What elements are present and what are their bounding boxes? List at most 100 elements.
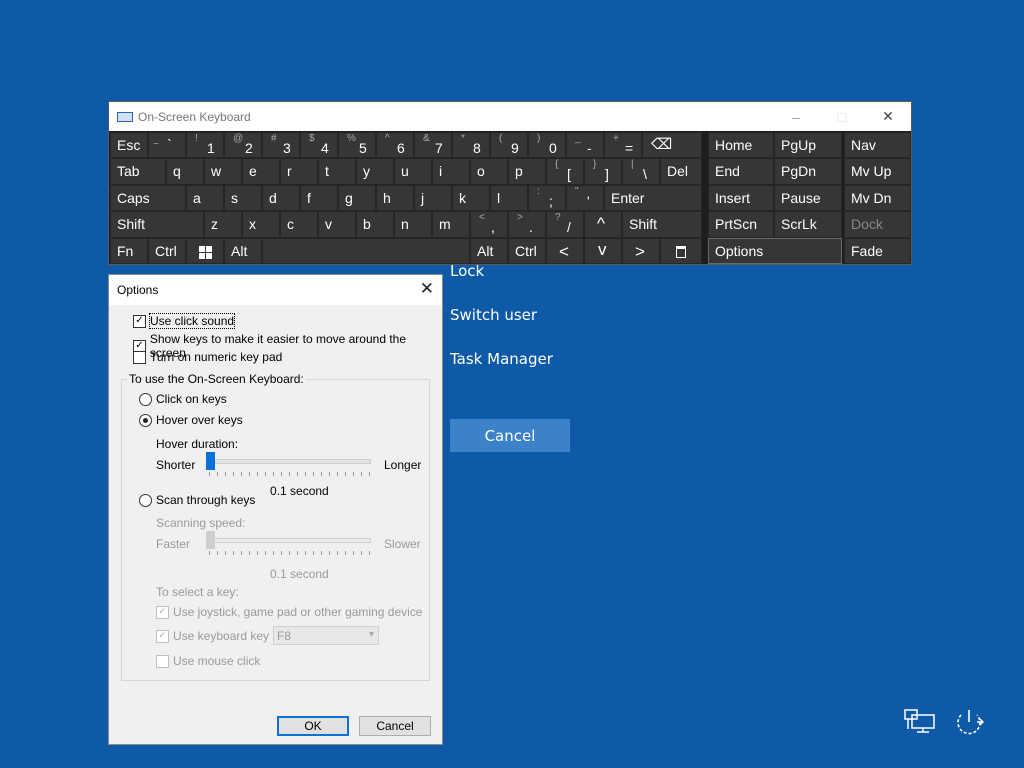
key-period[interactable]: >. <box>508 211 546 238</box>
cancel-button[interactable]: Cancel <box>450 419 570 452</box>
maximize-button[interactable]: □ <box>819 102 865 131</box>
key-3[interactable]: #3 <box>262 132 300 158</box>
key-bracket-open[interactable]: {[ <box>546 158 584 185</box>
key-m[interactable]: m <box>432 211 470 238</box>
network-icon[interactable] <box>904 709 936 735</box>
key-bracket-close[interactable]: }] <box>584 158 622 185</box>
key-a[interactable]: a <box>186 185 224 211</box>
key-dock[interactable]: Dock <box>844 211 911 238</box>
key-mv-dn[interactable]: Mv Dn <box>844 185 911 211</box>
scan-through-keys-radio[interactable] <box>139 493 152 507</box>
close-icon[interactable]: ✕ <box>420 279 434 299</box>
switch-user-link[interactable]: Switch user <box>450 306 537 324</box>
close-button[interactable]: ✕ <box>865 102 911 131</box>
key-2[interactable]: @2 <box>224 132 262 158</box>
hover-duration-slider-thumb[interactable] <box>206 452 215 470</box>
numeric-keypad-row[interactable]: Turn on numeric key pad <box>133 350 282 364</box>
key-ctrl-left[interactable]: Ctrl <box>148 238 186 264</box>
key-o[interactable]: o <box>470 158 508 185</box>
key-x[interactable]: x <box>242 211 280 238</box>
key-space[interactable] <box>262 238 470 264</box>
key-slash[interactable]: ? / <box>546 211 584 238</box>
key-equals[interactable]: + = <box>604 132 642 158</box>
key-6[interactable]: ^ 6 <box>376 132 414 158</box>
hover-over-keys-row[interactable]: Hover over keys <box>139 413 243 427</box>
key-8[interactable]: * 8 <box>452 132 490 158</box>
key-shift-right[interactable]: Shift <box>622 211 702 238</box>
use-mouse-click-row[interactable]: Use mouse click <box>156 654 260 668</box>
key-insert[interactable]: Insert <box>708 185 774 211</box>
key-4[interactable]: $4 <box>300 132 338 158</box>
hover-duration-track[interactable] <box>209 459 371 464</box>
use-click-sound-checkbox[interactable]: ✓ <box>133 314 146 328</box>
numeric-keypad-checkbox[interactable] <box>133 350 146 364</box>
key-alt-left[interactable]: Alt <box>224 238 262 264</box>
power-icon[interactable] <box>952 707 986 737</box>
minimize-button[interactable]: – <box>773 102 819 131</box>
key-home[interactable]: Home <box>708 132 774 158</box>
use-joystick-row[interactable]: ✓ Use joystick, game pad or other gaming… <box>156 605 422 619</box>
key-7[interactable]: & 7 <box>414 132 452 158</box>
key-fn[interactable]: Fn <box>110 238 148 264</box>
key-w[interactable]: w <box>204 158 242 185</box>
key-i[interactable]: i <box>432 158 470 185</box>
key-backspace[interactable]: ⌫ <box>642 132 702 158</box>
key-caps[interactable]: Caps <box>110 185 186 211</box>
key-windows[interactable] <box>186 238 224 264</box>
key-y[interactable]: y <box>356 158 394 185</box>
key-mv-up[interactable]: Mv Up <box>844 158 911 185</box>
key-pgdn[interactable]: PgDn <box>774 158 842 185</box>
key-h[interactable]: h <box>376 185 414 211</box>
key-1[interactable]: ! 1 <box>186 132 224 158</box>
keyboard-key-select[interactable]: F8 ▾ <box>273 626 379 645</box>
key-b[interactable]: b <box>356 211 394 238</box>
key-end[interactable]: End <box>708 158 774 185</box>
options-button[interactable]: Options <box>708 238 842 264</box>
key-del[interactable]: Del <box>660 158 702 185</box>
key-v[interactable]: v <box>318 211 356 238</box>
key-0[interactable]: ) 0 <box>528 132 566 158</box>
key-n[interactable]: n <box>394 211 432 238</box>
key-ctrl-right[interactable]: Ctrl <box>508 238 546 264</box>
key-arrow-up[interactable]: ^ <box>584 211 622 238</box>
key-backslash[interactable]: | \ <box>622 158 660 185</box>
key-5[interactable]: % 5 <box>338 132 376 158</box>
scan-through-keys-row[interactable]: Scan through keys <box>139 493 255 507</box>
key-z[interactable]: z <box>204 211 242 238</box>
key-k[interactable]: k <box>452 185 490 211</box>
click-on-keys-row[interactable]: Click on keys <box>139 392 227 406</box>
use-keyboard-key-row[interactable]: ✓ Use keyboard key <box>156 629 269 643</box>
key-pause[interactable]: Pause <box>774 185 842 211</box>
scanning-speed-track[interactable] <box>209 538 371 543</box>
dialog-cancel-button[interactable]: Cancel <box>359 716 431 736</box>
key-j[interactable]: j <box>414 185 452 211</box>
key-semicolon[interactable]: :; <box>528 185 566 211</box>
use-joystick-checkbox[interactable]: ✓ <box>156 605 169 619</box>
hover-over-keys-radio[interactable] <box>139 413 152 427</box>
key-menu[interactable] <box>660 238 702 264</box>
key-l[interactable]: l <box>490 185 528 211</box>
key-s[interactable]: s <box>224 185 262 211</box>
key-shift-left[interactable]: Shift <box>110 211 204 238</box>
key-backtick[interactable]: ~ ` <box>148 132 186 158</box>
key-p[interactable]: p <box>508 158 546 185</box>
scanning-speed-slider-thumb[interactable] <box>206 531 215 549</box>
use-mouse-click-checkbox[interactable] <box>156 654 169 668</box>
key-enter[interactable]: Enter <box>604 185 702 211</box>
osk-title-bar[interactable]: On-Screen Keyboard – □ ✕ <box>109 102 911 131</box>
key-9[interactable]: (9 <box>490 132 528 158</box>
key-minus[interactable]: _ - <box>566 132 604 158</box>
key-fade[interactable]: Fade <box>844 238 911 264</box>
key-arrow-down[interactable]: v <box>584 238 622 264</box>
key-d[interactable]: d <box>262 185 300 211</box>
click-on-keys-radio[interactable] <box>139 392 152 406</box>
key-q[interactable]: q <box>166 158 204 185</box>
key-r[interactable]: r <box>280 158 318 185</box>
key-alt-right[interactable]: Alt <box>470 238 508 264</box>
key-scrlk[interactable]: ScrLk <box>774 211 842 238</box>
key-comma[interactable]: <, <box>470 211 508 238</box>
key-tab[interactable]: Tab <box>110 158 166 185</box>
ok-button[interactable]: OK <box>277 716 349 736</box>
key-quote[interactable]: " ' <box>566 185 604 211</box>
key-prtscn[interactable]: PrtScn <box>708 211 774 238</box>
